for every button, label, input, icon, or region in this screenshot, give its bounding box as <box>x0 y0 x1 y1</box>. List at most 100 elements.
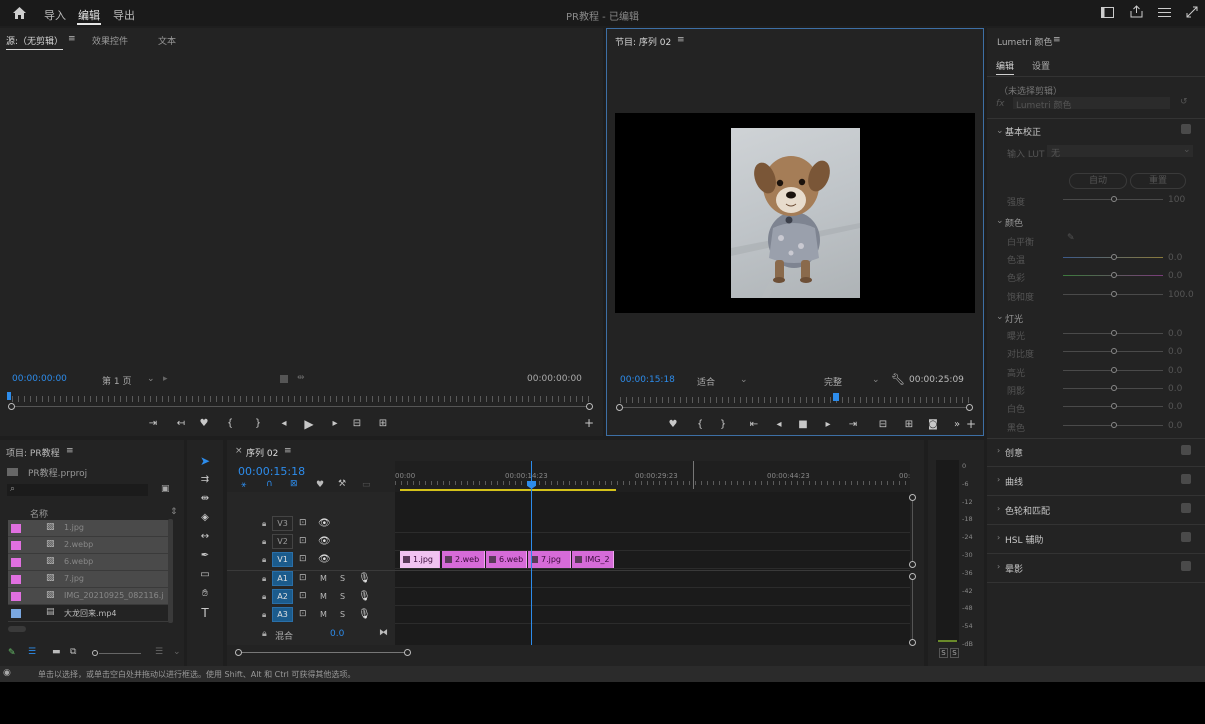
overwrite-icon[interactable]: ⊞ <box>377 418 389 430</box>
tab-source[interactable]: 源:（无剪辑） <box>6 34 64 50</box>
step-back-icon[interactable]: ◂ <box>278 418 290 430</box>
temperature-slider-knob[interactable] <box>1111 254 1117 260</box>
snap-icon[interactable]: ∩ <box>266 479 273 489</box>
light-slider-value[interactable]: 0.0 <box>1168 384 1182 394</box>
video-vscroll[interactable] <box>912 501 913 562</box>
program-panel-menu-icon[interactable]: ≡ <box>677 35 685 45</box>
eye-icon[interactable]: 👁︎ <box>318 536 331 547</box>
nest-icon[interactable]: ⚹ <box>241 480 246 490</box>
basic-correction-checkbox[interactable] <box>1181 124 1191 134</box>
solo-button[interactable]: S <box>340 574 345 583</box>
eye-icon[interactable]: 👁︎ <box>318 554 331 565</box>
camera-icon[interactable]: ◙ <box>927 419 939 431</box>
lumetri-section-checkbox[interactable] <box>1181 561 1191 571</box>
pencil-icon[interactable]: ✎ <box>8 648 16 658</box>
chevron-down-icon[interactable]: ⌄ <box>996 126 1004 136</box>
mute-button[interactable]: M <box>320 592 327 601</box>
auto-button[interactable]: 自动 <box>1069 173 1127 189</box>
zoom-slider-knob[interactable] <box>92 650 98 656</box>
program-timecode-in[interactable]: 00:00:15:18 <box>620 375 675 385</box>
lumetri-tab-edit[interactable]: 编辑 <box>996 59 1015 75</box>
program-video-frame[interactable] <box>615 113 975 313</box>
light-slider-value[interactable]: 0.0 <box>1168 366 1182 376</box>
vscroll-top-handle[interactable] <box>909 494 916 501</box>
track-target-button[interactable]: A1 <box>272 571 293 586</box>
lumetri-section-header[interactable]: › HSL 辅助 <box>987 525 1205 554</box>
project-menu-icon[interactable]: ≡ <box>66 446 74 456</box>
sort-menu-icon[interactable]: ☰ <box>155 647 163 657</box>
track-select-icon[interactable]: ⇉ <box>199 474 211 486</box>
audio-vscroll-top-handle[interactable] <box>909 573 916 580</box>
eyedropper-icon[interactable]: ✎ <box>1067 233 1075 243</box>
timeline-clip[interactable]: 2.web <box>442 551 485 568</box>
solo-button[interactable]: S <box>340 592 345 601</box>
source-timecode-in[interactable]: 00:00:00:00 <box>12 374 67 384</box>
light-slider-knob[interactable] <box>1111 330 1117 336</box>
share-icon[interactable] <box>1130 5 1143 18</box>
light-slider-knob[interactable] <box>1111 384 1117 391</box>
home-icon[interactable] <box>12 6 27 20</box>
workspace-icon[interactable] <box>1101 7 1114 18</box>
light-slider-knob[interactable] <box>1111 403 1117 410</box>
add-marker-icon[interactable]: ♥ <box>316 480 324 490</box>
zoom-slider[interactable] <box>99 653 141 654</box>
tint-value[interactable]: 0.0 <box>1168 271 1182 281</box>
hscroll-left-handle[interactable] <box>235 649 242 656</box>
project-scrollbar[interactable] <box>168 519 173 623</box>
extract-icon[interactable]: ⊞ <box>903 419 915 431</box>
solo-left-button[interactable]: S <box>939 648 948 658</box>
source-zoom-left-handle[interactable] <box>8 403 15 410</box>
source-zoom-bar[interactable] <box>12 406 590 407</box>
program-playhead[interactable] <box>833 393 839 401</box>
chevron-down-icon[interactable]: ⌄ <box>996 216 1004 226</box>
tab-effect-controls[interactable]: 效果控件 <box>92 34 128 47</box>
light-slider-value[interactable]: 0.0 <box>1168 421 1182 431</box>
mark-in-icon[interactable]: ⇥ <box>147 418 159 430</box>
light-slider-value[interactable]: 0.0 <box>1168 402 1182 412</box>
fx-dropdown[interactable]: Lumetri 颜色 <box>1013 97 1170 111</box>
program-fit-select[interactable]: 适合 <box>697 375 715 388</box>
nav-edit[interactable]: 编辑 <box>78 7 100 23</box>
timeline-menu-icon[interactable]: ≡ <box>284 446 292 456</box>
fullscreen-icon[interactable] <box>1186 6 1198 18</box>
mix-end-icon[interactable]: ⧓ <box>379 628 388 638</box>
lift-icon[interactable]: ⊟ <box>877 419 889 431</box>
step-back-icon[interactable]: ◂ <box>773 419 785 431</box>
timeline-ruler[interactable]: 00:00 00:00:14:23 00:00:29:23 00:00:44:2… <box>395 461 910 492</box>
settings-icon[interactable] <box>279 374 289 384</box>
lumetri-section-header[interactable]: › 创意 <box>987 438 1205 467</box>
go-to-next-edit-icon[interactable]: ⇥ <box>847 419 859 431</box>
go-to-out-icon[interactable]: } <box>717 419 729 431</box>
project-item[interactable]: ▧ 6.webp <box>8 554 168 571</box>
go-to-in-icon[interactable]: { <box>224 418 236 430</box>
light-slider-value[interactable]: 0.0 <box>1168 347 1182 357</box>
microphone-icon[interactable]: 🎙︎ <box>358 591 371 602</box>
tab-text[interactable]: 文本 <box>158 34 176 47</box>
light-slider-knob[interactable] <box>1111 421 1117 428</box>
rectangle-icon[interactable]: ▭ <box>199 569 211 581</box>
audio-vscroll-bottom-handle[interactable] <box>909 639 916 646</box>
track-target-button[interactable]: V3 <box>272 516 293 531</box>
track-target-button[interactable]: A3 <box>272 607 293 622</box>
ripple-edit-icon[interactable]: ⇹ <box>199 493 211 505</box>
vscroll-mid-handle[interactable] <box>909 561 916 568</box>
lock-icon[interactable]: 🔒︎ <box>262 519 266 529</box>
work-area-bar[interactable] <box>400 489 616 491</box>
go-to-in-icon[interactable]: { <box>694 419 706 431</box>
project-search-input[interactable]: ⌕ <box>7 484 148 496</box>
wrench-icon[interactable]: ⚒ <box>338 479 346 489</box>
track-target-button[interactable]: V1 <box>272 552 293 567</box>
timeline-hscroll[interactable] <box>242 652 405 653</box>
lock-icon[interactable]: 🔒︎ <box>262 629 267 639</box>
program-zoom-right-handle[interactable] <box>966 404 973 411</box>
wrench-icon[interactable]: 🔧︎ <box>891 373 905 386</box>
toggle-sync-icon[interactable]: ⊡ <box>299 591 307 601</box>
hand-icon[interactable]: ✋︎ <box>199 588 211 600</box>
temperature-value[interactable]: 0.0 <box>1168 253 1182 263</box>
lock-icon[interactable]: 🔒︎ <box>262 592 266 602</box>
mix-value[interactable]: 0.0 <box>330 629 344 639</box>
type-tool-icon[interactable]: T <box>199 607 211 619</box>
timeline-clip[interactable]: IMG_2 <box>572 551 614 568</box>
program-zoom-left-handle[interactable] <box>616 404 623 411</box>
reset-button[interactable]: 重置 <box>1130 173 1186 189</box>
